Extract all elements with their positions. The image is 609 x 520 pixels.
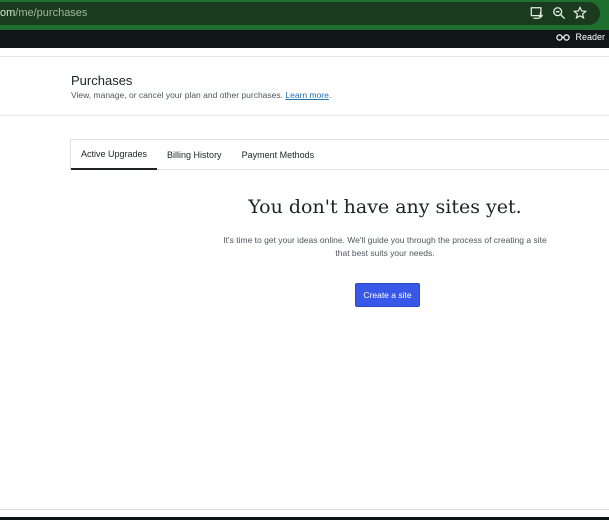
page-header: Purchases View, manage, or cancel your p… bbox=[0, 56, 609, 116]
masterbar: Reader bbox=[0, 30, 609, 48]
tab-billing-history[interactable]: Billing History bbox=[157, 140, 232, 170]
bookmark-star-icon[interactable] bbox=[573, 6, 587, 20]
page-subtitle: View, manage, or cancel your plan and ot… bbox=[71, 90, 331, 100]
address-bar[interactable]: om/me/purchases bbox=[0, 2, 600, 25]
install-app-icon[interactable] bbox=[530, 6, 544, 20]
section-nav: Active Upgrades Billing History Payment … bbox=[70, 139, 609, 170]
reader-label: Reader bbox=[575, 32, 605, 42]
subtitle-text: View, manage, or cancel your plan and ot… bbox=[71, 90, 284, 100]
empty-state-description: It's time to get your ideas online. We'l… bbox=[223, 235, 547, 245]
reader-link[interactable]: Reader bbox=[556, 32, 605, 42]
learn-more-link[interactable]: Learn more bbox=[285, 90, 328, 100]
tab-payment-methods[interactable]: Payment Methods bbox=[232, 140, 325, 170]
empty-state-description-cont: that best suits your needs. bbox=[335, 248, 435, 258]
browser-toolbar: om/me/purchases bbox=[0, 0, 609, 30]
subtitle-period: . bbox=[328, 90, 332, 100]
reader-glasses-icon bbox=[556, 33, 571, 41]
zoom-icon[interactable] bbox=[552, 6, 566, 20]
create-site-button[interactable]: Create a site bbox=[355, 283, 420, 307]
address-bar-url: om/me/purchases bbox=[0, 7, 88, 19]
empty-state-title: You don't have any sites yet. bbox=[248, 196, 522, 218]
tab-active-upgrades[interactable]: Active Upgrades bbox=[71, 140, 158, 170]
page-title: Purchases bbox=[71, 73, 133, 88]
